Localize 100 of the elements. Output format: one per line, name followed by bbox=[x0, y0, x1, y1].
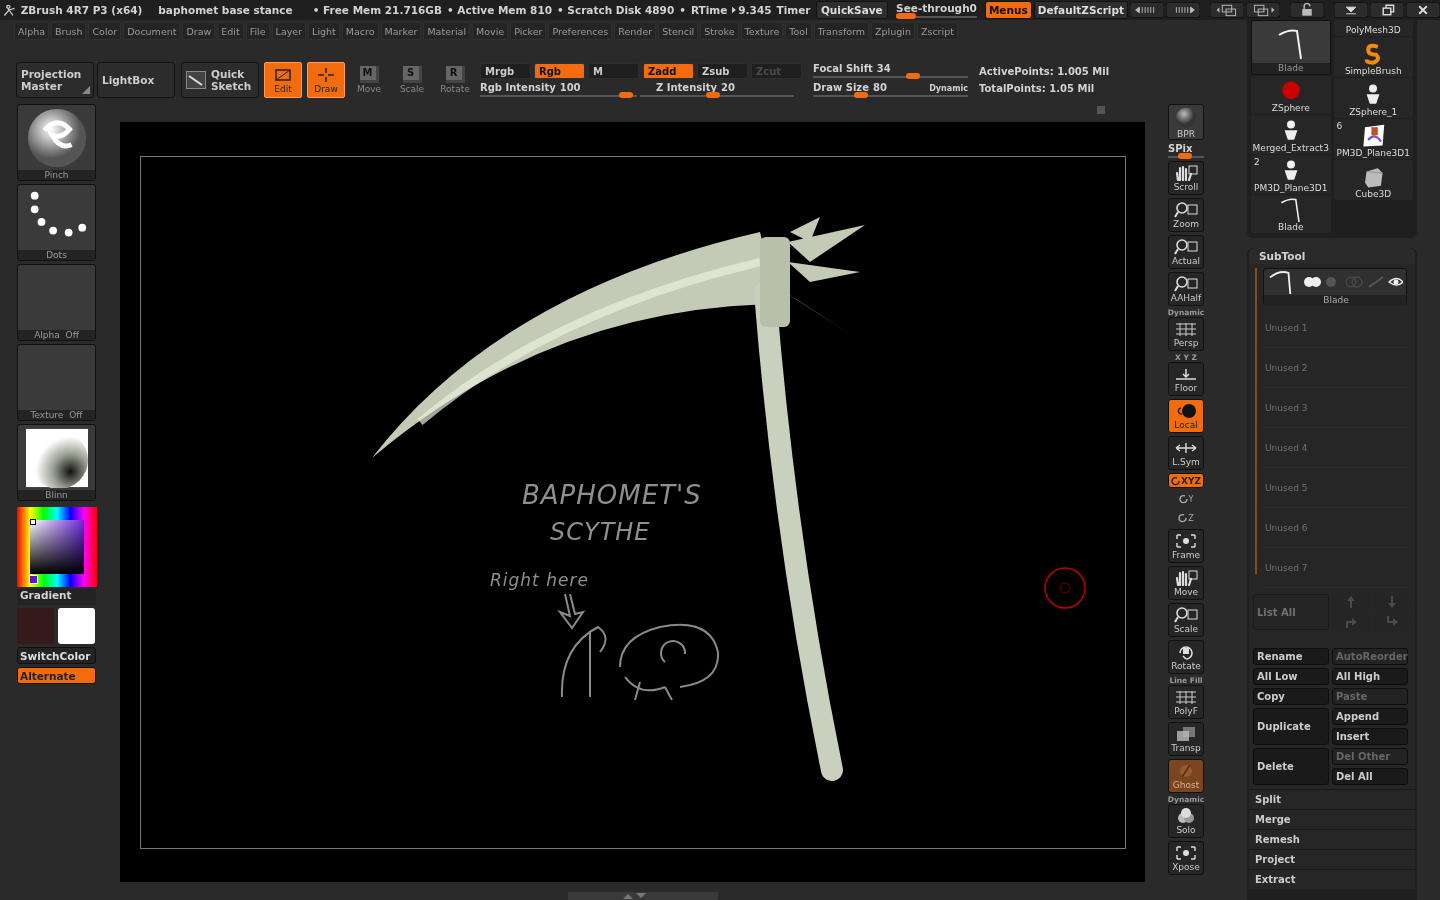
shelf-tile[interactable]: Pinch bbox=[17, 104, 96, 181]
channel-toggle[interactable]: Zsub bbox=[697, 63, 748, 79]
view-button[interactable]: Frame bbox=[1168, 529, 1204, 563]
menu-item[interactable]: Render bbox=[614, 22, 657, 40]
subtool-item[interactable]: Unused 3 bbox=[1263, 388, 1407, 428]
menu-item[interactable]: Brush bbox=[51, 22, 87, 40]
shelf-tile[interactable]: Alpha Off bbox=[17, 264, 96, 341]
subpalette-header[interactable]: Merge bbox=[1249, 809, 1415, 829]
toolbar-button[interactable]: Projection Master bbox=[16, 62, 94, 98]
menu-item[interactable]: Zplugin bbox=[871, 22, 915, 40]
subtool-action-button[interactable]: Duplicate bbox=[1253, 708, 1329, 745]
channel-toggle[interactable]: Mrgb bbox=[480, 63, 531, 79]
subpalette-header[interactable]: Split bbox=[1249, 789, 1415, 809]
view-button[interactable]: Transp bbox=[1168, 722, 1204, 756]
menu-item[interactable]: Tool bbox=[785, 22, 812, 40]
subpalette-header[interactable]: Project bbox=[1249, 849, 1415, 869]
view-button[interactable]: Move bbox=[1168, 566, 1204, 600]
view-button[interactable]: AAHalf bbox=[1168, 272, 1204, 306]
menu-item[interactable]: Transform bbox=[813, 22, 870, 40]
menu-item[interactable]: Alpha bbox=[14, 22, 49, 40]
windows-icon[interactable] bbox=[1246, 2, 1280, 18]
menu-item[interactable]: Stroke bbox=[700, 22, 739, 40]
rotate-axis-button[interactable]: Z bbox=[1168, 510, 1204, 526]
mode-button[interactable]: S Scale bbox=[393, 62, 431, 98]
slider-thumb[interactable] bbox=[1177, 153, 1192, 159]
subpalette-header[interactable]: Remesh bbox=[1249, 829, 1415, 849]
view-button[interactable]: Scale bbox=[1168, 603, 1204, 637]
menu-item[interactable]: Texture bbox=[740, 22, 784, 40]
menu-item[interactable]: Draw bbox=[182, 22, 216, 40]
tool-thumbnail[interactable]: ZSphere_1 bbox=[1333, 78, 1413, 118]
mode-button[interactable]: M Move bbox=[350, 62, 388, 98]
close-icon[interactable] bbox=[1406, 2, 1440, 18]
shelf-tile[interactable]: Dots bbox=[17, 184, 96, 261]
subtool-action-button[interactable]: Rename bbox=[1253, 648, 1329, 665]
menu-item[interactable]: Marker bbox=[380, 22, 422, 40]
tool-thumbnail[interactable]: PolyMesh3D bbox=[1333, 20, 1413, 36]
menu-item[interactable]: File bbox=[245, 22, 270, 40]
view-button[interactable]: Xpose bbox=[1168, 841, 1204, 875]
subtool-action-button[interactable]: Insert bbox=[1332, 728, 1408, 745]
windows-icon[interactable] bbox=[1210, 2, 1244, 18]
menu-item[interactable]: Edit bbox=[217, 22, 244, 40]
subtool-item[interactable]: Unused 4 bbox=[1263, 428, 1407, 468]
rotate-axis-button[interactable]: Y bbox=[1168, 491, 1204, 507]
view-button[interactable]: Local bbox=[1168, 399, 1204, 433]
tool-thumbnail[interactable]: Blade bbox=[1251, 20, 1331, 75]
lock-icon[interactable] bbox=[1290, 2, 1324, 18]
menu-item[interactable]: Movie bbox=[472, 22, 509, 40]
view-button[interactable]: Floor bbox=[1168, 362, 1204, 396]
shelf-button[interactable]: Alternate bbox=[17, 667, 96, 684]
slider-thumb[interactable] bbox=[896, 13, 917, 19]
scroll-left-icon[interactable] bbox=[1130, 2, 1164, 18]
view-button[interactable]: Scroll bbox=[1168, 161, 1204, 195]
slider-thumb[interactable] bbox=[853, 92, 868, 98]
subtool-item[interactable]: Unused 2 bbox=[1263, 348, 1407, 388]
handle-icon[interactable] bbox=[1097, 106, 1105, 114]
scroll-right-icon[interactable] bbox=[1166, 2, 1200, 18]
menu-item[interactable]: Preferences bbox=[548, 22, 613, 40]
shelf-tile[interactable]: Blinn bbox=[17, 424, 96, 501]
tool-thumbnail[interactable]: 6 PM3D_Plane3D1 bbox=[1333, 119, 1413, 159]
view-button[interactable]: Persp bbox=[1168, 317, 1204, 351]
zscript-button[interactable]: DefaultZScript bbox=[1033, 1, 1128, 19]
menu-item[interactable]: Color bbox=[88, 22, 122, 40]
subtool-item[interactable]: Unused 6 bbox=[1263, 508, 1407, 548]
view-button[interactable]: Rotate bbox=[1168, 640, 1204, 674]
subtool-item[interactable]: Unused 5 bbox=[1263, 468, 1407, 508]
subtool-action-button[interactable]: Append bbox=[1332, 708, 1408, 725]
subtool-action-button[interactable]: Del All bbox=[1332, 768, 1408, 785]
xyz-toggle[interactable]: XYZ bbox=[1168, 473, 1204, 488]
menu-item[interactable]: Macro bbox=[341, 22, 379, 40]
subtool-action-button[interactable]: All High bbox=[1332, 668, 1408, 685]
slider-thumb[interactable] bbox=[618, 92, 633, 98]
menus-button[interactable]: Menus bbox=[984, 1, 1032, 19]
menu-item[interactable]: Material bbox=[423, 22, 470, 40]
color-swatch[interactable] bbox=[58, 608, 95, 644]
scroll-handle-icon[interactable] bbox=[567, 892, 718, 900]
toolbar-button[interactable]: LightBox bbox=[97, 62, 175, 98]
tool-thumbnail[interactable]: Blade bbox=[1251, 194, 1331, 233]
color-picker[interactable] bbox=[17, 507, 97, 587]
subtool-item[interactable]: Blade bbox=[1263, 268, 1407, 305]
shelf-button[interactable]: SwitchColor bbox=[17, 647, 96, 664]
view-button[interactable]: Solo bbox=[1168, 804, 1204, 838]
menu-item[interactable]: Layer bbox=[271, 22, 307, 40]
tool-thumbnail[interactable]: SimpleBrush bbox=[1333, 37, 1413, 77]
channel-toggle[interactable]: Rgb bbox=[534, 63, 585, 79]
menu-item[interactable]: Picker bbox=[510, 22, 547, 40]
restore-icon[interactable] bbox=[1370, 2, 1404, 18]
menu-item[interactable]: Document bbox=[123, 22, 181, 40]
mode-button[interactable]: Edit bbox=[264, 62, 302, 98]
channel-toggle[interactable]: M bbox=[588, 63, 639, 79]
tool-thumbnail[interactable]: Cube3D bbox=[1333, 160, 1413, 200]
menu-item[interactable]: Light bbox=[308, 22, 340, 40]
view-button[interactable]: Actual bbox=[1168, 235, 1204, 269]
subtool-action-button[interactable]: All Low bbox=[1253, 668, 1329, 685]
subtool-item[interactable]: Unused 1 bbox=[1263, 308, 1407, 348]
mode-button[interactable]: R Rotate bbox=[436, 62, 474, 98]
slider-thumb[interactable] bbox=[705, 92, 720, 98]
channel-toggle[interactable]: Zadd bbox=[643, 63, 694, 79]
bpr-button[interactable]: BPR bbox=[1168, 104, 1204, 140]
viewport[interactable]: BAPHOMET'S SCYTHE Right here bbox=[120, 122, 1145, 882]
tool-thumbnail[interactable]: 2 PM3D_Plane3D1 bbox=[1251, 155, 1331, 194]
